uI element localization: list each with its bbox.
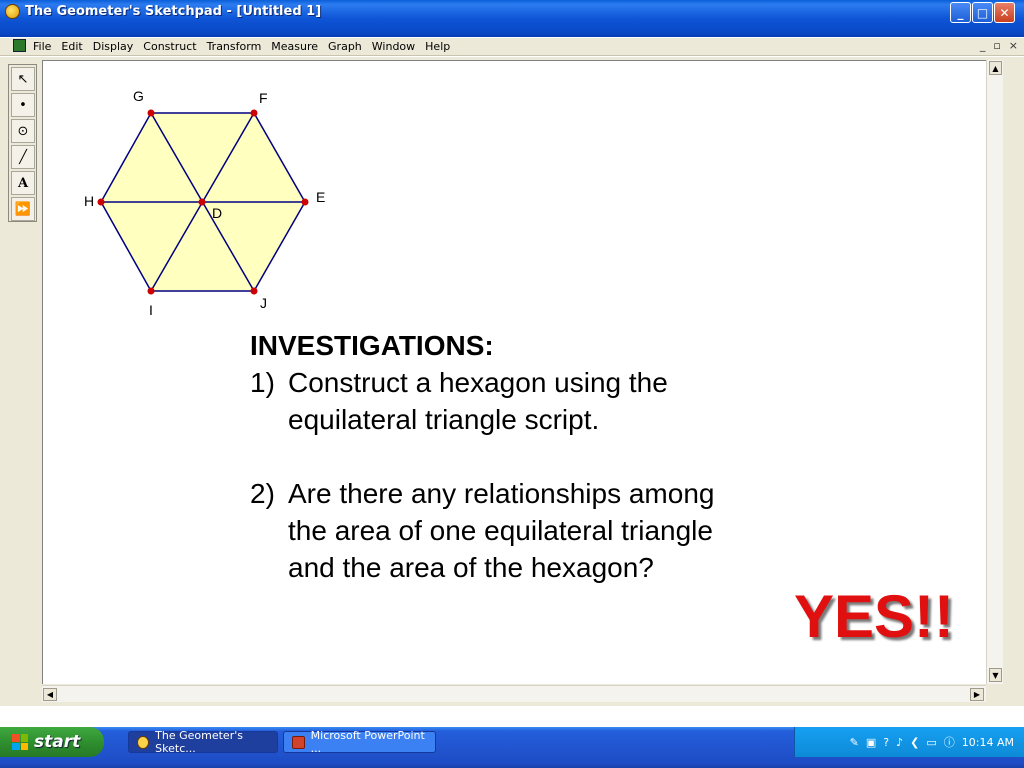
horizontal-scrollbar[interactable]: ◀ ▶ (42, 685, 986, 702)
toolbox: ↖ • ⊙ ╱ A ⏩ (8, 64, 37, 222)
investigations-text[interactable]: INVESTIGATIONS: 1) Construct a hexagon u… (250, 327, 850, 586)
point-tool[interactable]: • (11, 93, 35, 117)
close-button[interactable]: ✕ (994, 2, 1015, 23)
item-2-number: 2) (250, 478, 275, 509)
item-1-number: 1) (250, 367, 275, 398)
windows-logo-icon (12, 734, 28, 750)
minimize-button[interactable]: _ (950, 2, 971, 23)
menu-transform[interactable]: Transform (207, 40, 262, 53)
menu-help[interactable]: Help (425, 40, 450, 53)
menu-bar: File Edit Display Construct Transform Me… (0, 38, 1024, 56)
taskbar: start The Geometer's Sketc... Microsoft … (0, 727, 1024, 768)
item-2-line-2: the area of one equilateral triangle (288, 515, 713, 546)
selection-arrow-tool[interactable]: ↖ (11, 67, 35, 91)
pen-tray-icon[interactable]: ✎ (850, 736, 859, 749)
document-icon[interactable] (13, 39, 26, 52)
sketchpad-app-icon[interactable] (5, 4, 20, 19)
doc-minimize-button[interactable]: _ (980, 39, 986, 52)
system-tray: ✎ ▣ ? ♪ ❮ ▭ ⓘ 10:14 AM (794, 727, 1024, 757)
start-label: start (34, 732, 81, 752)
menu-window[interactable]: Window (372, 40, 415, 53)
item-1-line-1: Construct a hexagon using the (288, 367, 668, 398)
scroll-down-arrow-icon[interactable]: ▼ (989, 668, 1002, 682)
task-label: Microsoft PowerPoint ... (310, 729, 425, 755)
item-1-line-2: equilateral triangle script. (288, 404, 600, 435)
start-button[interactable]: start (0, 727, 104, 757)
task-powerpoint[interactable]: Microsoft PowerPoint ... (283, 729, 436, 755)
investigation-item-2: 2) Are there any relationships among the… (250, 475, 850, 586)
menu-file[interactable]: File (33, 40, 51, 53)
menu-list: File Edit Display Construct Transform Me… (33, 40, 450, 53)
investigations-heading: INVESTIGATIONS: (250, 330, 494, 361)
task-geometers-sketchpad[interactable]: The Geometer's Sketc... (128, 729, 278, 755)
task-label: The Geometer's Sketc... (155, 729, 243, 755)
vertical-scrollbar[interactable]: ▲ ▼ (986, 60, 1003, 684)
scroll-left-arrow-icon[interactable]: ◀ (43, 688, 57, 701)
powerpoint-task-icon (292, 735, 305, 749)
menu-graph[interactable]: Graph (328, 40, 362, 53)
scroll-right-arrow-icon[interactable]: ▶ (970, 688, 984, 701)
network-tray-icon[interactable]: ▣ (866, 736, 876, 749)
menu-measure[interactable]: Measure (271, 40, 318, 53)
maximize-button[interactable]: □ (972, 2, 993, 23)
arrow-tray-icon[interactable]: ❮ (910, 736, 919, 749)
menu-display[interactable]: Display (93, 40, 134, 53)
answer-yes-text[interactable]: YES!! (794, 582, 954, 651)
info-tray-icon[interactable]: ⓘ (944, 734, 955, 750)
item-2-line-3: and the area of the hexagon? (288, 552, 654, 583)
investigation-item-1: 1) Construct a hexagon using the equilat… (250, 364, 850, 438)
window-title: The Geometer's Sketchpad - [Untitled 1] (25, 4, 322, 19)
menu-construct[interactable]: Construct (143, 40, 196, 53)
menu-edit[interactable]: Edit (61, 40, 82, 53)
clock[interactable]: 10:14 AM (962, 736, 1014, 749)
volume-tray-icon[interactable]: ♪ (896, 736, 903, 749)
scroll-up-arrow-icon[interactable]: ▲ (989, 61, 1002, 75)
monitor-tray-icon[interactable]: ▭ (926, 736, 936, 749)
custom-tool[interactable]: ⏩ (11, 197, 35, 221)
compass-tool[interactable]: ⊙ (11, 119, 35, 143)
item-2-line-1: Are there any relationships among (288, 478, 715, 509)
document-window-controls: _ ▫ × (980, 39, 1018, 52)
doc-close-button[interactable]: × (1009, 39, 1018, 52)
sketchpad-task-icon (137, 735, 150, 749)
help-tray-icon[interactable]: ? (883, 736, 889, 749)
straightedge-tool[interactable]: ╱ (11, 145, 35, 169)
title-bar: The Geometer's Sketchpad - [Untitled 1] … (0, 0, 1024, 37)
doc-restore-button[interactable]: ▫ (993, 39, 1000, 52)
text-tool[interactable]: A (11, 171, 35, 195)
